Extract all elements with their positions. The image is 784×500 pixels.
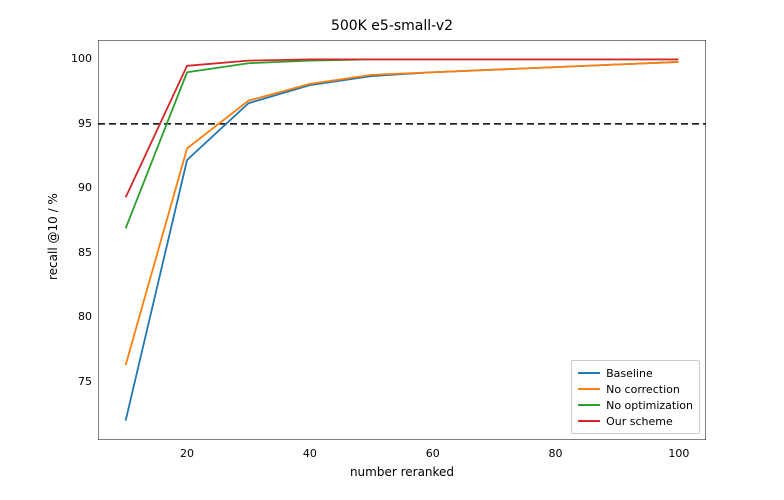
legend: Baseline No correction No optimization Our … <box>571 360 700 434</box>
x-tick-label: 100 <box>668 447 688 460</box>
y-tick-label: 90 <box>62 181 92 194</box>
legend-label: No optimization <box>606 399 693 412</box>
series-line <box>126 59 679 228</box>
y-tick-label: 95 <box>62 117 92 130</box>
plot-area: Baseline No correction No optimization Our … <box>98 40 706 440</box>
x-tick-label: 40 <box>300 447 320 460</box>
legend-item: Baseline <box>578 365 693 381</box>
x-tick-label: 80 <box>546 447 566 460</box>
legend-item: Our scheme <box>578 413 693 429</box>
x-tick-label: 20 <box>177 447 197 460</box>
legend-item: No optimization <box>578 397 693 413</box>
legend-label: Our scheme <box>606 415 673 428</box>
legend-label: Baseline <box>606 367 653 380</box>
y-tick-label: 80 <box>62 310 92 323</box>
y-axis-label: recall @10 / % <box>46 193 60 280</box>
y-tick-label: 75 <box>62 375 92 388</box>
legend-item: No correction <box>578 381 693 397</box>
legend-swatch <box>578 420 600 422</box>
chart-figure: 500K e5-small-v2 recall @10 / % number r… <box>0 0 784 500</box>
legend-swatch <box>578 404 600 406</box>
legend-label: No correction <box>606 383 680 396</box>
y-tick-label: 100 <box>62 52 92 65</box>
legend-swatch <box>578 372 600 374</box>
chart-title: 500K e5-small-v2 <box>0 18 784 34</box>
series-line <box>126 62 679 365</box>
x-axis-label: number reranked <box>98 465 706 479</box>
series-line <box>126 59 679 197</box>
y-tick-label: 85 <box>62 246 92 259</box>
legend-swatch <box>578 388 600 390</box>
x-tick-label: 60 <box>423 447 443 460</box>
